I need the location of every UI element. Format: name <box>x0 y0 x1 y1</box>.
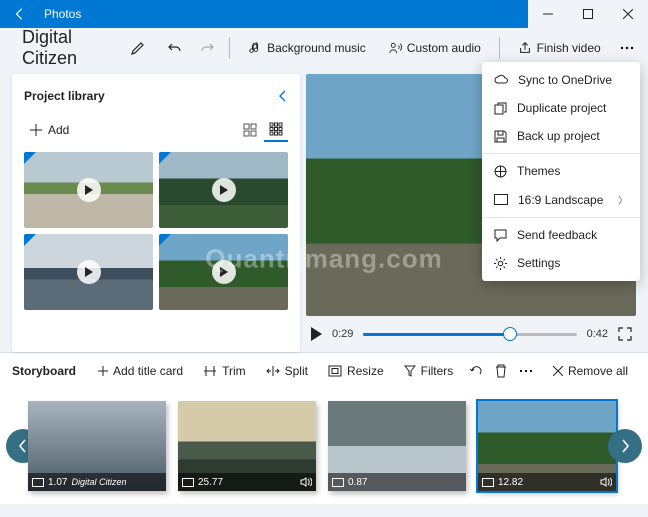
menu-send-feedback[interactable]: Send feedback <box>482 221 640 249</box>
storyboard-clip[interactable]: 25.77 <box>178 401 316 491</box>
storyboard-clip[interactable]: 1.07 Digital Citizen <box>28 401 166 491</box>
aspect-icon <box>332 478 344 487</box>
fullscreen-button[interactable] <box>618 327 632 341</box>
finish-video-label: Finish video <box>537 41 601 55</box>
total-time: 0:42 <box>587 328 608 340</box>
plus-icon <box>98 366 108 376</box>
more-menu: Sync to OneDrive Duplicate project Back … <box>482 62 640 281</box>
split-button[interactable]: Split <box>258 356 316 386</box>
duplicate-icon <box>494 102 507 115</box>
music-icon <box>248 41 262 55</box>
collapse-library-button[interactable] <box>278 90 288 102</box>
clip-duration: 12.82 <box>498 477 523 488</box>
library-title: Project library <box>24 89 105 103</box>
rename-button[interactable] <box>125 32 150 64</box>
divider <box>229 37 230 59</box>
used-marker <box>159 234 171 246</box>
play-icon <box>77 260 101 284</box>
filters-icon <box>404 365 416 377</box>
add-label: Add <box>48 123 69 137</box>
menu-settings[interactable]: Settings <box>482 249 640 277</box>
aspect-icon <box>494 194 508 205</box>
close-icon <box>553 366 563 376</box>
resize-button[interactable]: Resize <box>320 356 392 386</box>
volume-icon[interactable] <box>300 477 312 487</box>
maximize-button[interactable] <box>568 0 608 28</box>
play-icon <box>212 178 236 202</box>
more-button[interactable] <box>615 32 640 64</box>
aspect-icon <box>182 478 194 487</box>
menu-themes[interactable]: Themes <box>482 157 640 185</box>
undo-button[interactable] <box>163 32 188 64</box>
titlebar: Photos <box>0 0 648 28</box>
add-media-button[interactable]: Add <box>24 119 75 141</box>
storyboard-strip: 1.07 Digital Citizen 25.77 0.87 12.82 <box>0 388 648 504</box>
back-button[interactable] <box>0 0 40 28</box>
rotate-button[interactable] <box>465 355 486 387</box>
save-icon <box>494 130 507 143</box>
person-audio-icon <box>388 41 402 55</box>
aspect-icon <box>482 478 494 487</box>
current-time: 0:29 <box>332 328 353 340</box>
filters-button[interactable]: Filters <box>396 356 462 386</box>
used-marker <box>24 234 36 246</box>
finish-video-button[interactable]: Finish video <box>510 33 609 63</box>
project-library-panel: Project library Add <box>12 74 300 352</box>
redo-button[interactable] <box>194 32 219 64</box>
clip-duration: 0.87 <box>348 477 367 488</box>
bg-music-label: Background music <box>267 41 366 55</box>
seek-slider[interactable] <box>363 333 576 336</box>
project-name[interactable]: Digital Citizen <box>8 27 119 69</box>
menu-sync-onedrive[interactable]: Sync to OneDrive <box>482 66 640 94</box>
feedback-icon <box>494 229 507 242</box>
delete-button[interactable] <box>491 355 512 387</box>
library-thumb[interactable] <box>159 152 288 228</box>
trim-icon <box>203 365 217 377</box>
library-thumb[interactable] <box>159 234 288 310</box>
remove-all-button[interactable]: Remove all <box>545 356 636 386</box>
play-icon <box>212 260 236 284</box>
resize-icon <box>328 365 342 377</box>
storyboard-title: Storyboard <box>12 364 86 378</box>
clip-duration: 25.77 <box>198 477 223 488</box>
minimize-button[interactable] <box>528 0 568 28</box>
custom-audio-label: Custom audio <box>407 41 481 55</box>
library-thumb[interactable] <box>24 152 153 228</box>
trim-button[interactable]: Trim <box>195 356 254 386</box>
view-large-button[interactable] <box>238 118 262 142</box>
playback-controls: 0:29 0:42 <box>306 316 636 352</box>
bg-music-button[interactable]: Background music <box>240 33 374 63</box>
play-icon <box>77 178 101 202</box>
view-small-button[interactable] <box>264 118 288 142</box>
export-icon <box>518 41 532 55</box>
menu-backup-project[interactable]: Back up project <box>482 122 640 150</box>
scroll-right-button[interactable] <box>608 429 642 463</box>
cloud-sync-icon <box>494 74 508 86</box>
chevron-right-icon: 〉 <box>618 192 628 207</box>
themes-icon <box>494 165 507 178</box>
close-button[interactable] <box>608 0 648 28</box>
plus-icon <box>30 124 42 136</box>
menu-duplicate-project[interactable]: Duplicate project <box>482 94 640 122</box>
play-button[interactable] <box>310 327 322 341</box>
clip-title-text: Digital Citizen <box>71 477 126 487</box>
clip-duration: 1.07 <box>48 477 67 488</box>
split-icon <box>266 365 280 377</box>
volume-icon[interactable] <box>600 477 612 487</box>
menu-aspect-ratio[interactable]: 16:9 Landscape 〉 <box>482 185 640 214</box>
storyboard-more-button[interactable] <box>516 355 537 387</box>
gear-icon <box>494 257 507 270</box>
used-marker <box>159 152 171 164</box>
storyboard-clip[interactable]: 0.87 <box>328 401 466 491</box>
custom-audio-button[interactable]: Custom audio <box>380 33 489 63</box>
library-thumb[interactable] <box>24 234 153 310</box>
storyboard-toolbar: Storyboard Add title card Trim Split Res… <box>0 352 648 388</box>
storyboard-clip[interactable]: 12.82 <box>478 401 616 491</box>
aspect-icon <box>32 478 44 487</box>
divider <box>499 37 500 59</box>
app-title: Photos <box>40 7 528 21</box>
used-marker <box>24 152 36 164</box>
add-title-card-button[interactable]: Add title card <box>90 356 191 386</box>
